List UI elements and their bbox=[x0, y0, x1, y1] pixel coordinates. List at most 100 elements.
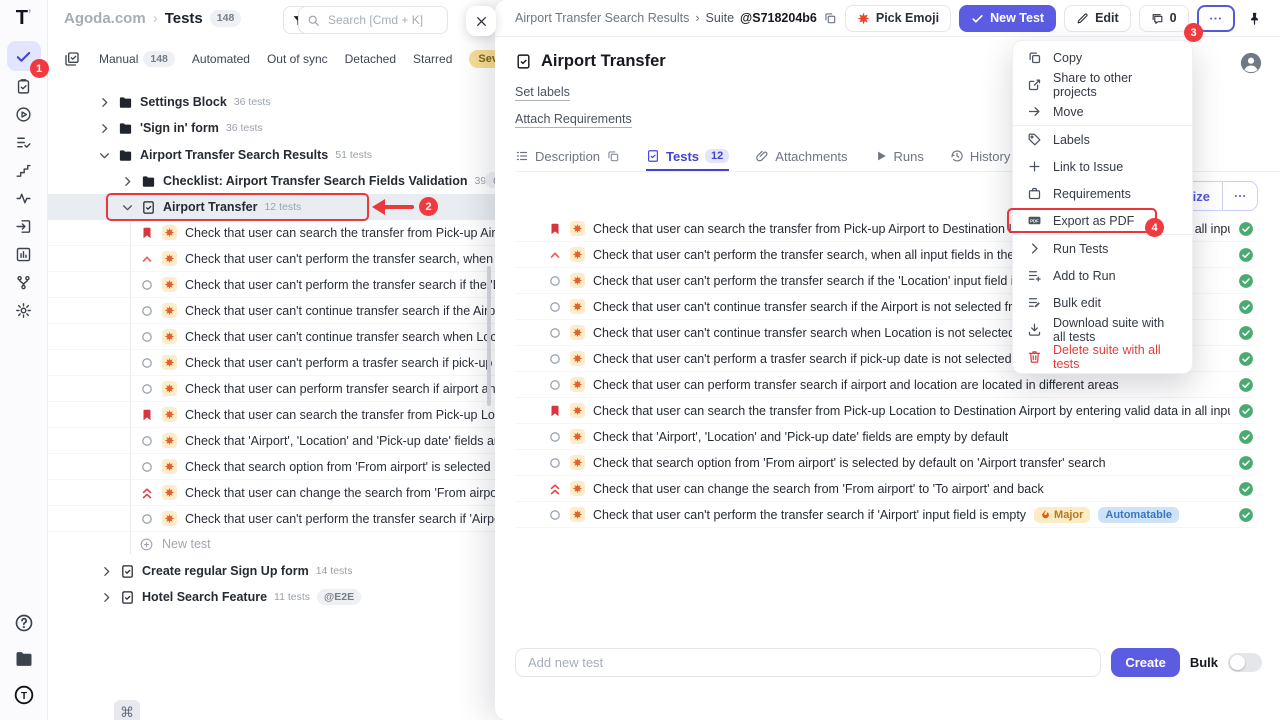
filter-tab-detached[interactable]: Detached bbox=[345, 52, 396, 66]
suite-row-hotel-search[interactable]: Hotel Search Feature 11 tests @E2E bbox=[48, 584, 361, 610]
filter-tab-automated[interactable]: Automated bbox=[192, 52, 250, 66]
menu-item-labels[interactable]: Labels bbox=[1013, 126, 1192, 153]
test-row[interactable]: Check that user can't perform the transf… bbox=[48, 506, 495, 532]
close-suite-button[interactable] bbox=[1275, 5, 1280, 32]
test-row[interactable]: Check that user can't perform the transf… bbox=[48, 272, 495, 298]
suite-label[interactable]: Airport Transfer bbox=[163, 200, 257, 214]
search-box[interactable] bbox=[298, 6, 448, 34]
menu-item-add-to-run[interactable]: Add to Run bbox=[1013, 262, 1192, 289]
section-name[interactable]: Tests bbox=[165, 10, 203, 27]
pick-emoji-button[interactable]: Pick Emoji bbox=[845, 5, 951, 32]
search-input[interactable] bbox=[326, 12, 439, 28]
test-row[interactable]: Check that user can't perform a trasfer … bbox=[48, 350, 495, 376]
filter-tab-manual[interactable]: Manual148 bbox=[99, 51, 175, 68]
chevron-down-icon[interactable] bbox=[121, 201, 134, 214]
suite-label[interactable]: 'Sign in' form bbox=[140, 121, 219, 135]
tab-history[interactable]: History bbox=[950, 143, 1010, 171]
rail-reports-nav[interactable] bbox=[8, 241, 40, 267]
test-row[interactable]: Check that 'Airport', 'Location' and 'Pi… bbox=[515, 424, 1254, 450]
breadcrumb-parent[interactable]: Airport Transfer Search Results bbox=[515, 11, 689, 25]
scrollbar-thumb[interactable] bbox=[487, 266, 491, 406]
help-button[interactable] bbox=[14, 613, 34, 638]
suite-row-settings-block[interactable]: Settings Block 36 tests bbox=[48, 89, 271, 115]
rail-runs-nav[interactable] bbox=[8, 101, 40, 127]
tab-tests[interactable]: Tests12 bbox=[646, 143, 729, 171]
rail-settings-nav[interactable] bbox=[8, 297, 40, 323]
menu-item-export-as-pdf[interactable]: PDFExport as PDF4 bbox=[1013, 207, 1192, 234]
close-panel-button[interactable] bbox=[466, 6, 496, 36]
rail-checklists-nav[interactable] bbox=[8, 129, 40, 155]
project-name[interactable]: Agoda.com bbox=[64, 10, 146, 27]
chevron-down-icon[interactable] bbox=[98, 149, 111, 162]
pin-button[interactable] bbox=[1243, 5, 1267, 32]
filter-tab-out-of-sync[interactable]: Out of sync bbox=[267, 52, 328, 66]
menu-item-bulk-edit[interactable]: Bulk edit bbox=[1013, 289, 1192, 316]
more-actions-button[interactable] bbox=[1197, 5, 1235, 32]
set-labels-link[interactable]: Set labels bbox=[515, 85, 570, 101]
menu-item-download-suite-with-all-tests[interactable]: Download suite with all tests bbox=[1013, 316, 1192, 343]
rail-tests-nav[interactable]: 1 bbox=[7, 41, 41, 71]
rail-steps-nav[interactable] bbox=[8, 157, 40, 183]
test-row[interactable]: Check that search option from 'From airp… bbox=[48, 454, 495, 480]
tab-runs[interactable]: Runs bbox=[874, 143, 924, 171]
test-row[interactable]: Check that user can't continue transfer … bbox=[48, 324, 495, 350]
projects-button[interactable] bbox=[14, 649, 34, 674]
rail-pull-requests-nav[interactable] bbox=[8, 269, 40, 295]
chevron-right-icon[interactable] bbox=[98, 122, 111, 135]
tab-description[interactable]: Description bbox=[515, 143, 620, 171]
test-row[interactable]: Check that user can't perform the transf… bbox=[48, 246, 495, 272]
test-row[interactable]: Check that 'Airport', 'Location' and 'Pi… bbox=[48, 428, 495, 454]
menu-item-delete-suite-with-all-tests[interactable]: Delete suite with all tests bbox=[1013, 343, 1192, 370]
new-test-button[interactable]: New Test bbox=[959, 5, 1056, 32]
user-avatar[interactable] bbox=[1240, 52, 1262, 74]
menu-item-requirements[interactable]: Requirements bbox=[1013, 180, 1192, 207]
suite-label[interactable]: Hotel Search Feature bbox=[142, 590, 267, 604]
comments-button[interactable]: 0 bbox=[1139, 5, 1189, 32]
rail-plans-nav[interactable] bbox=[8, 73, 40, 99]
add-test-input[interactable] bbox=[515, 648, 1101, 677]
bulk-toggle[interactable] bbox=[1228, 653, 1262, 672]
test-row[interactable]: Check that user can perform transfer sea… bbox=[515, 372, 1254, 398]
menu-item-share-to-other-projects[interactable]: Share to other projects bbox=[1013, 71, 1192, 98]
chevron-right-icon[interactable] bbox=[98, 96, 111, 109]
test-row[interactable]: Check that user can search the transfer … bbox=[515, 398, 1254, 424]
suite-row-airport-transfer[interactable]: Airport Transfer 12 tests bbox=[48, 194, 301, 220]
test-row[interactable]: Check that user can't perform the transf… bbox=[515, 502, 1254, 528]
edit-button[interactable]: Edit bbox=[1064, 5, 1131, 32]
chevron-right-icon[interactable] bbox=[100, 591, 113, 604]
suite-row-sign-up-form[interactable]: Create regular Sign Up form 14 tests bbox=[48, 558, 352, 584]
suite-label[interactable]: Settings Block bbox=[140, 95, 227, 109]
suite-row-checklist[interactable]: Checklist: Airport Transfer Search Field… bbox=[48, 168, 495, 194]
test-row[interactable]: Check that user can search the transfer … bbox=[48, 220, 495, 246]
test-row[interactable]: Check that user can perform transfer sea… bbox=[48, 376, 495, 402]
chevron-right-icon[interactable] bbox=[121, 175, 134, 188]
new-test-row[interactable]: New test bbox=[139, 531, 211, 557]
summarize-more-button[interactable] bbox=[1223, 182, 1257, 210]
chevron-right-icon[interactable] bbox=[100, 565, 113, 578]
suite-row-search-results[interactable]: Airport Transfer Search Results 51 tests bbox=[48, 142, 372, 168]
rail-import-nav[interactable] bbox=[8, 213, 40, 239]
test-row[interactable]: Check that search option from 'From airp… bbox=[515, 450, 1254, 476]
select-tests-icon[interactable] bbox=[64, 51, 80, 67]
filter-tab-starred[interactable]: Starred bbox=[413, 52, 452, 66]
filter-tab-sev[interactable]: Sev bbox=[469, 50, 495, 68]
attach-requirements-link[interactable]: Attach Requirements bbox=[515, 112, 632, 128]
menu-item-link-to-issue[interactable]: Link to Issue bbox=[1013, 153, 1192, 180]
app-logo[interactable]: T’ bbox=[16, 8, 32, 28]
tab-attachments[interactable]: Attachments bbox=[755, 143, 847, 171]
suite-label[interactable]: Create regular Sign Up form bbox=[142, 564, 309, 578]
menu-item-copy[interactable]: Copy bbox=[1013, 44, 1192, 71]
create-button[interactable]: Create bbox=[1111, 648, 1179, 677]
test-row[interactable]: Check that user can search the transfer … bbox=[48, 402, 495, 428]
suite-label[interactable]: Airport Transfer Search Results bbox=[140, 148, 328, 162]
test-row[interactable]: Check that user can change the search fr… bbox=[48, 480, 495, 506]
menu-item-run-tests[interactable]: Run Tests bbox=[1013, 235, 1192, 262]
brand-logo[interactable]: T bbox=[14, 685, 34, 710]
suite-label[interactable]: Checklist: Airport Transfer Search Field… bbox=[163, 174, 468, 188]
suite-row-sign-in-form[interactable]: 'Sign in' form 36 tests bbox=[48, 115, 263, 141]
rail-analytics-nav[interactable] bbox=[8, 185, 40, 211]
test-row[interactable]: Check that user can't continue transfer … bbox=[48, 298, 495, 324]
copy-id-icon[interactable] bbox=[823, 11, 837, 25]
menu-item-move[interactable]: Move bbox=[1013, 98, 1192, 125]
test-row[interactable]: Check that user can change the search fr… bbox=[515, 476, 1254, 502]
